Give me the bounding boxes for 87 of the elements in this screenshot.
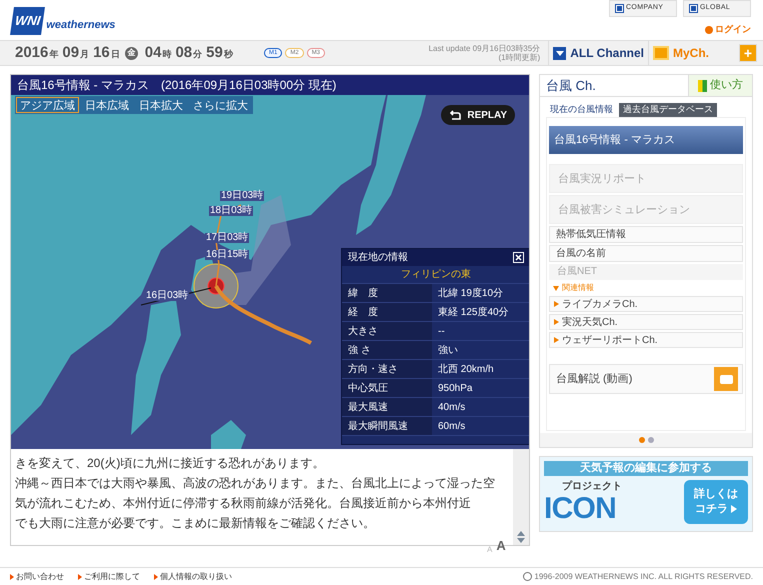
info-row-label: 大きさ	[342, 322, 432, 340]
dropdown-icon	[553, 46, 566, 60]
forecast-text-line: 気が流れこむため、本州付近に停滞する秋雨前線が活発化。台風接近前から本州付近	[15, 495, 472, 512]
close-icon[interactable]	[513, 252, 524, 263]
all-channel-button[interactable]: ALL Channel	[548, 41, 648, 65]
clock-unit: 年	[49, 48, 58, 61]
replay-icon	[449, 110, 462, 120]
info-row-value: 北西 20km/h	[437, 362, 494, 377]
track-time-label: 16日03時	[145, 291, 190, 301]
track-time-label: 18日03時	[209, 206, 254, 216]
info-row-label: 最大風速	[342, 398, 432, 416]
last-update: Last update 09月16日03時35分	[428, 44, 540, 53]
clock-number: 2016	[15, 42, 48, 63]
map-title: 台風16号情報 - マラカス (2016年09月16日03時00分 現在)	[17, 77, 336, 94]
arrow-icon	[554, 301, 559, 307]
track-time-label: 16日15時	[205, 250, 250, 260]
clock-unit: 月	[80, 48, 90, 61]
map-zoom-tab[interactable]: さらに拡大	[189, 97, 252, 113]
forecast-text-line: でも大雨に注意が必要です。こまめに最新情報をご確認ください。	[15, 515, 376, 532]
related-link[interactable]: 実況天気Ch.	[549, 314, 743, 330]
scroll-up-icon[interactable]	[517, 531, 525, 536]
info-row-label: 強 さ	[342, 341, 432, 359]
clock-unit: 日	[110, 48, 120, 61]
info-row-value: 40m/s	[437, 401, 466, 415]
square-icon	[616, 5, 623, 12]
forecast-text-line: 沖縄～西日本では大雨や暴風、高波の恐れがあります。また、台風北上によって湿った空	[15, 475, 496, 492]
banner-project: プロジェクト	[561, 479, 622, 494]
arrow-icon	[154, 574, 158, 580]
info-row-label: 最大瞬間風速	[342, 417, 432, 435]
arrow-icon	[78, 574, 82, 580]
update-interval: (1時間更新)	[498, 53, 540, 62]
clock-unit: 時	[162, 48, 172, 61]
clock-number: 08	[175, 42, 192, 63]
related-link[interactable]: ウェザーリポートCh.	[549, 332, 743, 348]
logo-mark[interactable]: WNI	[10, 7, 46, 35]
info-row-value: 北緯 19度10分	[437, 286, 504, 301]
cta-line: コチラ	[695, 502, 728, 516]
arrow-icon	[554, 337, 559, 343]
info-row-label: 緯 度	[342, 284, 432, 302]
font-large-button[interactable]: A	[496, 536, 506, 556]
info-row-value: 950hPa	[437, 382, 472, 396]
map-zoom-tab[interactable]: アジア広域	[16, 97, 79, 113]
video-item[interactable]: 台風解説 (動画)	[549, 364, 743, 394]
square-icon	[690, 5, 697, 12]
scroll-down-icon[interactable]	[517, 538, 525, 543]
weekday-badge: 金	[124, 46, 138, 60]
cta-line: 詳しくは	[694, 486, 738, 502]
track-time-label: 19日03時	[220, 191, 264, 201]
info-row-value: 強い	[437, 344, 458, 358]
footer-link[interactable]: ご利用に際して	[78, 570, 140, 582]
replay-button[interactable]: REPLAY	[441, 105, 515, 125]
banner[interactable]: 天気予報の編集に参加する プロジェクト ICON 詳しくは コチラ	[539, 456, 753, 532]
info-row-value: 60m/s	[437, 420, 466, 434]
banner-logo: ICON	[544, 494, 617, 524]
copyright: 1996-2009 WEATHERNEWS INC. ALL RIGHTS RESERVED.	[523, 570, 753, 582]
info-row-label: 経 度	[342, 303, 432, 321]
related-link[interactable]: ライブカメラCh.	[549, 296, 743, 312]
clock-unit: 秒	[224, 48, 233, 61]
info-row-value: 東経 125度40分	[437, 306, 509, 320]
channel-tab[interactable]: 過去台風データベース	[619, 103, 717, 117]
footer-link[interactable]: 個人情報の取り扱い	[154, 570, 232, 582]
forecast-text-line: きを変えて、20(火)頃に九州に接近する恐れがあります。	[15, 455, 326, 472]
clock-number: 09	[62, 42, 80, 63]
logo-text[interactable]: weathernews	[46, 16, 116, 34]
section-heading: 関連情報	[549, 282, 743, 294]
channel-title: 台風 Ch.	[545, 77, 597, 95]
clock-number: 16	[93, 42, 110, 63]
info-row-label: 中心気圧	[342, 379, 432, 397]
banner-headline: 天気予報の編集に参加する	[544, 461, 748, 476]
menu-item[interactable]: 台風16号情報 - マラカス	[549, 126, 743, 154]
track-time-label: 17日03時	[205, 233, 250, 243]
help-button[interactable]: 使い方	[688, 75, 752, 96]
info-row-value: --	[437, 325, 445, 339]
arrow-icon	[10, 574, 14, 580]
menu-item[interactable]: 台風の名前	[549, 245, 743, 262]
arrow-icon	[731, 505, 737, 513]
info-title: 現在地の情報	[348, 250, 408, 265]
info-row-label: 方向・速さ	[342, 360, 432, 378]
triangle-icon	[553, 286, 559, 290]
menu-item[interactable]: 熱帯低気圧情報	[549, 226, 743, 243]
clock-number: 04	[144, 42, 162, 63]
clock-unit: 分	[193, 48, 202, 61]
map-zoom-tab[interactable]: 日本広域	[81, 97, 133, 113]
footer-link[interactable]: お問い合わせ	[10, 570, 64, 582]
clock-number: 59	[206, 42, 223, 63]
map-zoom-tab[interactable]: 日本拡大	[135, 97, 187, 113]
arrow-icon	[554, 319, 559, 325]
